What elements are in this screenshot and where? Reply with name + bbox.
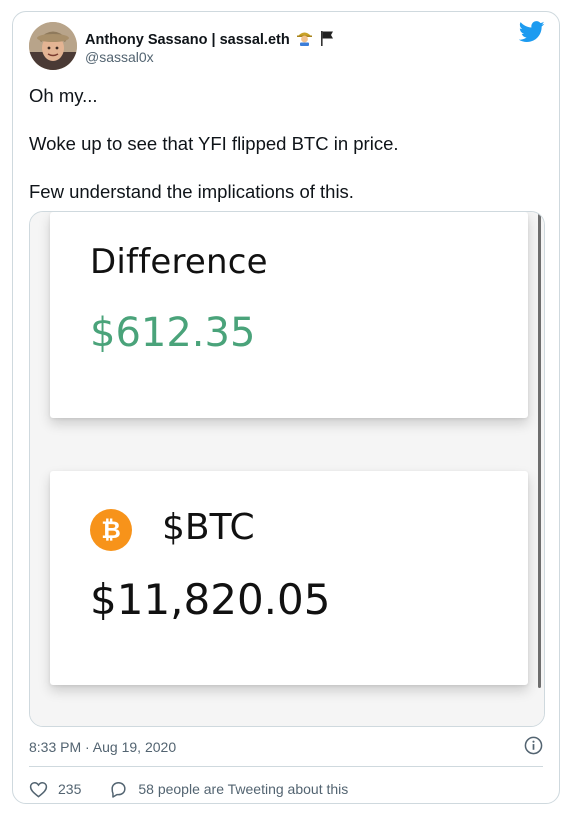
heart-icon (29, 781, 48, 798)
like-button[interactable]: 235 (29, 780, 81, 799)
tweet-text: Oh my... Woke up to see that YFI flipped… (29, 84, 539, 228)
speech-bubble-icon (111, 781, 126, 798)
twitter-bird-icon[interactable] (519, 21, 545, 43)
tweet-line: Oh my... (29, 85, 98, 106)
btc-ticker: $BTC (162, 507, 255, 548)
difference-label: Difference (90, 242, 268, 282)
tweet-card: Anthony Sassano | sassal.eth @sassal0x O… (12, 11, 560, 804)
tweet-actions: 235 58 people are Tweeting about this (29, 778, 348, 800)
like-count: 235 (58, 781, 82, 797)
black-flag-icon (319, 30, 335, 50)
btc-price: $11,820.05 (90, 575, 331, 624)
tweet-line: Woke up to see that YFI flipped BTC in p… (29, 133, 399, 154)
btc-panel: ₿ $BTC $11,820.05 (50, 471, 528, 685)
author-name-text: Anthony Sassano | sassal.eth (85, 31, 290, 48)
tweeting-about-text: 58 people are Tweeting about this (138, 781, 349, 797)
divider (29, 766, 543, 767)
tweet-timestamp[interactable]: 8:33 PM · Aug 19, 2020 (29, 739, 176, 755)
difference-value: $612.35 (90, 310, 256, 356)
bitcoin-symbol: ₿ (101, 515, 121, 544)
info-icon[interactable] (524, 736, 543, 755)
tweet-media[interactable]: Difference $612.35 ₿ $BTC $11,820.05 (29, 211, 545, 727)
author-name[interactable]: Anthony Sassano | sassal.eth (85, 29, 335, 50)
author-handle[interactable]: @sassal0x (85, 49, 154, 65)
tweet-line: Few understand the implications of this. (29, 181, 354, 202)
avatar[interactable] (29, 22, 77, 70)
media-scrollbar (538, 212, 541, 688)
difference-panel: Difference $612.35 (50, 212, 528, 418)
avatar-image (29, 22, 77, 70)
tweeting-about-link[interactable]: 58 people are Tweeting about this (109, 780, 348, 799)
farmer-emoji-icon (296, 29, 313, 50)
bitcoin-icon: ₿ (90, 509, 132, 551)
